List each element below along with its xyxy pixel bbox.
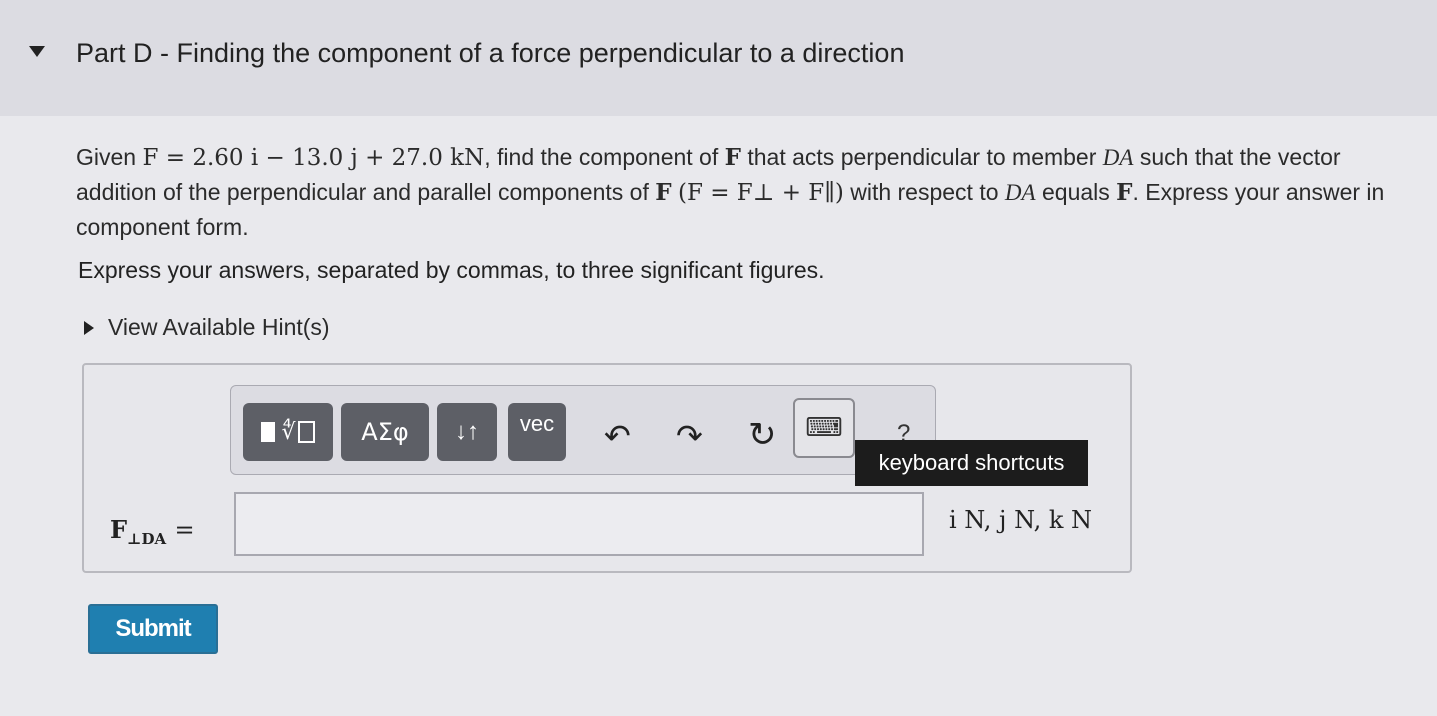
force-symbol: F (724, 144, 741, 171)
vector-relation: (F = F⊥ + F∥) (677, 180, 844, 206)
problem-text-2: that acts perpendicular to member (747, 144, 1097, 170)
template-box-outline-icon (297, 421, 315, 443)
undo-icon[interactable]: ↶ (604, 420, 631, 452)
keyboard-shortcuts-button[interactable]: ⌨ (793, 398, 855, 458)
answer-instruction: Express your answers, separated by comma… (78, 257, 825, 283)
keyboard-shortcuts-tooltip: keyboard shortcuts (855, 440, 1088, 486)
problem-text-5: equals (1041, 179, 1110, 205)
template-box-icon (261, 422, 276, 442)
vector-button[interactable]: vec (508, 403, 566, 461)
arrows-button[interactable]: ↓↑ (437, 403, 497, 461)
expand-hint-arrow-icon (84, 320, 94, 335)
reset-icon[interactable]: ↻ (748, 418, 777, 452)
keyboard-icon: ⌨ (805, 413, 843, 443)
part-title: Part D - Finding the component of a forc… (76, 38, 905, 68)
force-symbol-3: F (1116, 179, 1133, 206)
answer-equals: = (174, 516, 195, 544)
answer-label: F⊥DA = (110, 515, 195, 548)
force-symbol-2: F (655, 179, 672, 206)
root-template-icon: ∜ (281, 419, 296, 444)
member-label-2: DA (1004, 180, 1036, 205)
templates-button[interactable]: ∜ (243, 403, 333, 461)
answer-label-main: F (110, 515, 128, 544)
problem-text-1: , find the component of (484, 144, 719, 170)
problem-text-4: with respect to (850, 179, 999, 205)
submit-button[interactable]: Submit (88, 604, 218, 654)
answer-input[interactable] (234, 492, 924, 556)
answer-label-sub: ⊥DA (127, 529, 167, 548)
redo-icon[interactable]: ↷ (676, 420, 703, 452)
view-hints-toggle[interactable]: View Available Hint(s) (84, 314, 330, 341)
given-word: Given (76, 144, 137, 170)
greek-symbols-button[interactable]: ΑΣφ (341, 403, 429, 461)
collapse-part-arrow-icon[interactable] (29, 46, 45, 57)
hint-label: View Available Hint(s) (108, 314, 330, 340)
problem-statement: Given F = 2.60 i − 13.0 j + 27.0 kN, fin… (76, 140, 1416, 244)
member-label: DA (1102, 145, 1134, 170)
force-expression: F = 2.60 i − 13.0 j + 27.0 kN (142, 145, 485, 171)
answer-units: i N, j N, k N (949, 506, 1092, 534)
